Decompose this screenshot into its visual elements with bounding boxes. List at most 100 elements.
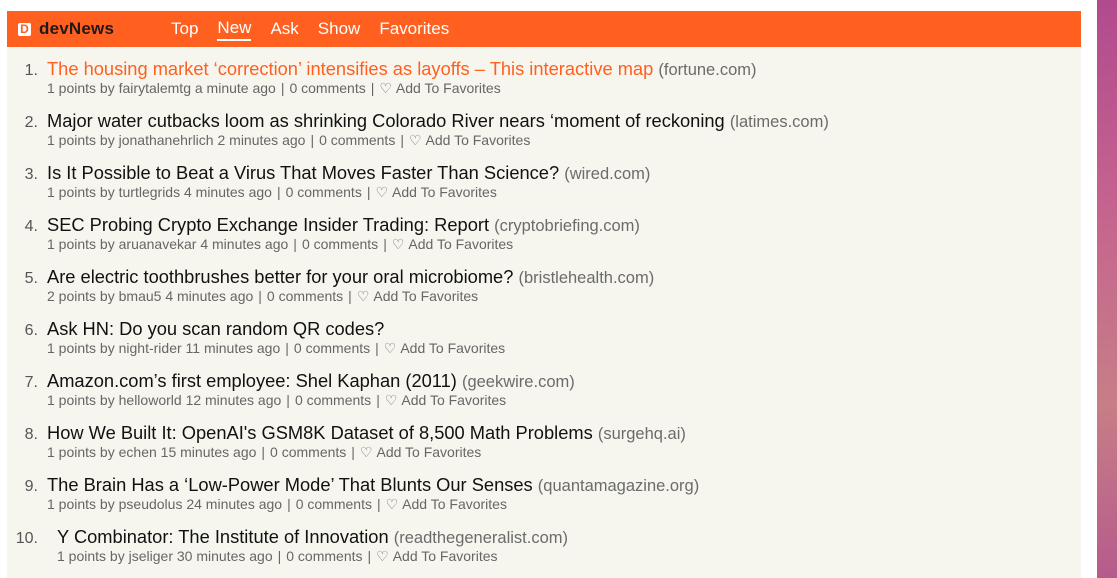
story-title-link[interactable]: Y Combinator: The Institute of Innovatio… xyxy=(57,526,389,547)
story-comments-link[interactable]: 0 comments xyxy=(286,548,362,564)
story-time: 4 minutes ago xyxy=(200,236,289,252)
story-author[interactable]: jseliger xyxy=(129,548,173,564)
add-to-favorites-link[interactable]: ♡ Add To Favorites xyxy=(357,288,478,304)
story-title-link[interactable]: Amazon.com’s first employee: Shel Kaphan… xyxy=(47,370,457,391)
separator: | xyxy=(293,236,297,252)
story-meta: 1 points by aruanavekar 4 minutes ago | 0 … xyxy=(47,236,514,252)
separator: | xyxy=(276,184,281,200)
separator: | xyxy=(258,288,262,304)
story-domain[interactable]: (surgehq.ai) xyxy=(598,425,686,443)
separator: | xyxy=(366,184,371,200)
story-meta: 1 points by echen 15 minutes ago | 0 comme… xyxy=(47,444,482,460)
nav-new[interactable]: New xyxy=(217,18,252,41)
story-domain[interactable]: (fortune.com) xyxy=(658,61,756,79)
story-points: 1 points xyxy=(47,496,97,512)
separator: | xyxy=(370,80,375,96)
add-to-favorites-link[interactable]: ♡ Add To Favorites xyxy=(375,184,496,200)
story-rank: 8. xyxy=(24,426,38,443)
story-author[interactable]: night-rider xyxy=(119,340,182,356)
story-time: 4 minutes ago xyxy=(165,288,254,304)
story-domain[interactable]: (geekwire.com) xyxy=(462,373,575,391)
separator: | xyxy=(286,392,290,408)
story-title-link[interactable]: Major water cutbacks loom as shrinking C… xyxy=(47,110,725,131)
heart-icon: ♡ xyxy=(375,184,389,200)
story-author[interactable]: aruanavekar xyxy=(119,236,197,252)
story-title-link[interactable]: The housing market ‘correction’ intensif… xyxy=(47,58,653,79)
story-time: 11 minutes ago xyxy=(185,340,281,356)
add-to-favorites-label: Add To Favorites xyxy=(376,444,482,460)
story-time: 4 minutes ago xyxy=(183,184,272,200)
story-comments-link[interactable]: 0 comments xyxy=(286,184,362,200)
story-time: 24 minutes ago xyxy=(186,496,283,512)
add-to-favorites-link[interactable]: ♡ Add To Favorites xyxy=(386,496,507,512)
add-to-favorites-label: Add To Favorites xyxy=(392,548,498,564)
nav-ask[interactable]: Ask xyxy=(270,19,298,40)
add-to-favorites-label: Add To Favorites xyxy=(392,184,497,200)
story-title-link[interactable]: Ask HN: Do you scan random QR codes? xyxy=(47,318,384,339)
heart-icon: ♡ xyxy=(391,236,405,252)
nav-favorites[interactable]: Favorites xyxy=(379,19,449,40)
story-domain[interactable]: (wired.com) xyxy=(564,165,650,183)
story-author[interactable]: helloworld xyxy=(119,392,182,408)
separator: | xyxy=(400,132,404,148)
story-rank: 7. xyxy=(24,374,38,391)
story-author[interactable]: jonathanehrlich xyxy=(119,132,214,148)
story-title-link[interactable]: Is It Possible to Beat a Virus That Move… xyxy=(47,162,559,183)
add-to-favorites-label: Add To Favorites xyxy=(408,236,514,252)
story-comments-link[interactable]: 0 comments xyxy=(319,132,395,148)
story-rank: 6. xyxy=(24,322,38,339)
story-comments-link[interactable]: 0 comments xyxy=(270,444,346,460)
story-points: 2 points xyxy=(47,288,97,304)
heart-icon: ♡ xyxy=(384,392,398,408)
story-row: 6. Ask HN: Do you scan random QR codes? 1 … xyxy=(7,318,1081,370)
add-to-favorites-label: Add To Favorites xyxy=(395,80,501,96)
story-author[interactable]: fairytalemtg xyxy=(119,80,191,96)
story-title-link[interactable]: Are electric toothbrushes better for you… xyxy=(47,266,513,287)
separator: | xyxy=(375,340,379,356)
story-domain[interactable]: (bristlehealth.com) xyxy=(518,269,654,287)
story-row: 7. Amazon.com’s first employee: Shel Kaph… xyxy=(7,370,1081,422)
top-navbar: D devNews Top New Ask Show Favorites xyxy=(7,11,1081,47)
separator: | xyxy=(287,496,291,512)
separator: | xyxy=(285,340,289,356)
separator: | xyxy=(376,496,381,512)
nav-links: Top New Ask Show Favorites xyxy=(171,18,468,41)
add-to-favorites-link[interactable]: ♡ Add To Favorites xyxy=(384,340,505,356)
add-to-favorites-link[interactable]: ♡ Add To Favorites xyxy=(376,548,497,564)
story-author[interactable]: bmau5 xyxy=(119,288,162,304)
story-title-link[interactable]: The Brain Has a ‘Low-Power Mode’ That Bl… xyxy=(47,474,533,495)
story-title-line: Are electric toothbrushes better for you… xyxy=(47,266,654,288)
heart-icon: ♡ xyxy=(376,548,389,564)
story-domain[interactable]: (readthegeneralist.com) xyxy=(394,529,568,547)
story-title-link[interactable]: SEC Probing Crypto Exchange Insider Trad… xyxy=(47,214,489,235)
add-to-favorites-link[interactable]: ♡ Add To Favorites xyxy=(379,80,500,96)
nav-top[interactable]: Top xyxy=(171,19,198,40)
add-to-favorites-link[interactable]: ♡ Add To Favorites xyxy=(392,236,513,252)
story-time: 12 minutes ago xyxy=(185,392,282,408)
story-comments-link[interactable]: 0 comments xyxy=(296,496,372,512)
story-domain[interactable]: (latimes.com) xyxy=(730,113,829,131)
add-to-favorites-link[interactable]: ♡ Add To Favorites xyxy=(385,392,506,408)
add-to-favorites-link[interactable]: ♡ Add To Favorites xyxy=(409,132,530,148)
nav-show[interactable]: Show xyxy=(318,19,361,40)
story-time: a minute ago xyxy=(194,80,276,96)
site-logo[interactable]: D devNews xyxy=(18,19,168,39)
add-to-favorites-label: Add To Favorites xyxy=(402,496,507,512)
story-comments-link[interactable]: 0 comments xyxy=(289,80,365,96)
add-to-favorites-link[interactable]: ♡ Add To Favorites xyxy=(360,444,481,460)
story-points: 1 points xyxy=(47,340,97,356)
story-comments-link[interactable]: 0 comments xyxy=(294,340,370,356)
heart-icon: ♡ xyxy=(356,288,370,304)
story-author[interactable]: turtlegrids xyxy=(119,184,180,200)
separator: | xyxy=(310,132,315,148)
story-title-link[interactable]: How We Built It: OpenAI's GSM8K Dataset … xyxy=(47,422,593,443)
story-comments-link[interactable]: 0 comments xyxy=(267,288,343,304)
story-author[interactable]: echen xyxy=(119,444,157,460)
story-author[interactable]: pseudolus xyxy=(119,496,183,512)
story-comments-link[interactable]: 0 comments xyxy=(295,392,371,408)
separator: | xyxy=(261,444,266,460)
story-domain[interactable]: (cryptobriefing.com) xyxy=(494,217,640,235)
story-comments-link[interactable]: 0 comments xyxy=(302,236,378,252)
story-domain[interactable]: (quantamagazine.org) xyxy=(538,477,699,495)
story-title-line: Y Combinator: The Institute of Innovatio… xyxy=(57,526,568,548)
